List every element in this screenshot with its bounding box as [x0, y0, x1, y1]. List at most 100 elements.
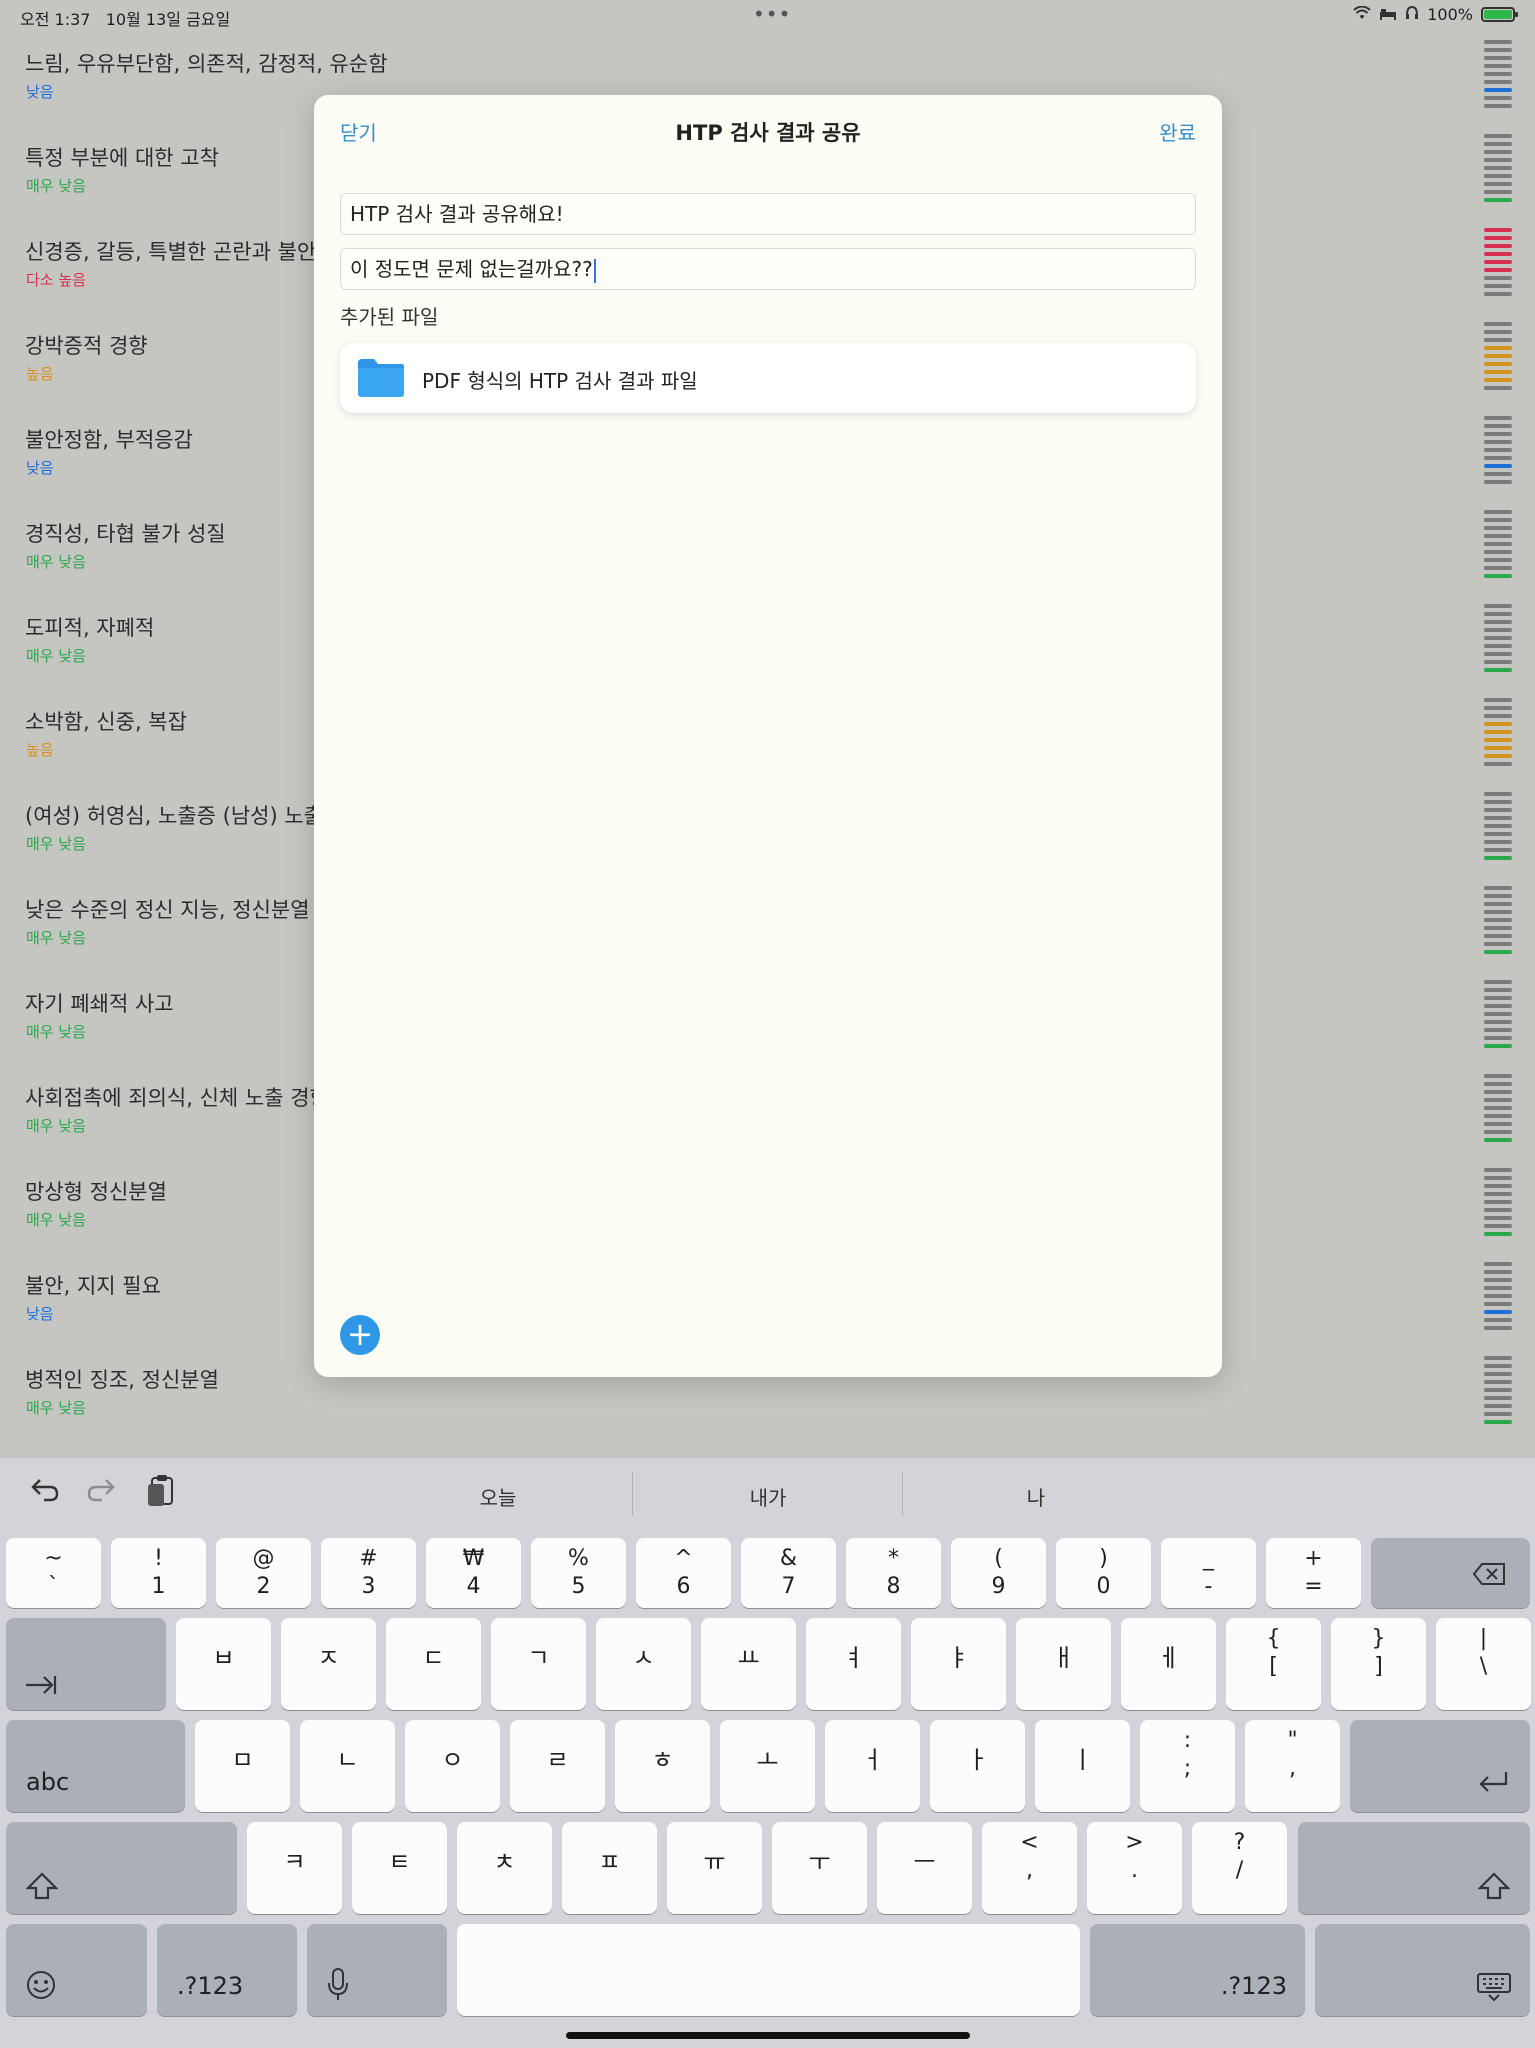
letter-key[interactable]: ㅇ	[405, 1720, 500, 1812]
letter-key[interactable]: ㅛ	[701, 1618, 796, 1710]
numbers-key-right[interactable]: .?123	[1090, 1924, 1305, 2016]
number-key[interactable]: @2	[216, 1538, 311, 1608]
letter-key[interactable]: ㄴ	[300, 1720, 395, 1812]
tab-key[interactable]	[6, 1618, 166, 1710]
key-label: ㅁ	[231, 1746, 254, 1774]
list-item[interactable]: 신경증, 갈등, 특별한 곤란과 불안 다소 높음	[0, 228, 330, 322]
letter-key[interactable]: ㅔ	[1121, 1618, 1216, 1710]
letter-key[interactable]: ㅠ	[667, 1822, 762, 1914]
number-key[interactable]: ) 0	[1056, 1538, 1151, 1608]
number-key[interactable]: ^ 6	[636, 1538, 731, 1608]
attached-file-card[interactable]: PDF 형식의 HTP 검사 결과 파일	[340, 343, 1196, 413]
symbol-key[interactable]: <,	[982, 1822, 1077, 1914]
letter-key[interactable]: ㅏ	[930, 1720, 1025, 1812]
letter-key[interactable]: ㄹ	[510, 1720, 605, 1812]
space-key[interactable]	[457, 1924, 1080, 2016]
letter-key[interactable]: ㅡ	[877, 1822, 972, 1914]
delete-key[interactable]	[1371, 1538, 1530, 1608]
list-item[interactable]: 병적인 징조, 정신분열 매우 낮음	[0, 1356, 330, 1450]
left-shift-key[interactable]	[6, 1822, 237, 1914]
return-key[interactable]	[1350, 1720, 1530, 1812]
list-item[interactable]: 불안, 지지 필요 낮음	[0, 1262, 330, 1356]
letter-key[interactable]: ㅂ	[176, 1618, 271, 1710]
symbol-key[interactable]: :;	[1140, 1720, 1235, 1812]
symbol-key[interactable]: ",	[1245, 1720, 1340, 1812]
letter-key[interactable]: ㅎ	[615, 1720, 710, 1812]
list-item[interactable]: 낮은 수준의 정신 지능, 정신분열 매우 낮음	[0, 886, 330, 980]
number-key[interactable]: ! 1	[111, 1538, 206, 1608]
letter-key[interactable]: ㅑ	[911, 1618, 1006, 1710]
home-indicator[interactable]	[566, 2032, 970, 2039]
suggestion-divider	[632, 1472, 633, 1516]
level-bar	[1484, 338, 1512, 342]
redo-icon[interactable]	[86, 1476, 116, 1509]
letter-key[interactable]: ㄱ	[491, 1618, 586, 1710]
list-item[interactable]: 도피적, 자폐적 매우 낮음	[0, 604, 330, 698]
key-lower-label: [	[1269, 1654, 1278, 1679]
number-key[interactable]: * 8	[846, 1538, 941, 1608]
key-upper-label: _	[1203, 1546, 1214, 1571]
body-field[interactable]: 이 정도면 문제 없는걸까요??	[340, 248, 1196, 290]
suggestion-1[interactable]: 오늘	[368, 1482, 628, 1511]
symbol-key[interactable]: }]	[1331, 1618, 1426, 1710]
suggestion-2[interactable]: 내가	[638, 1482, 898, 1511]
hide-keyboard-key[interactable]	[1315, 1924, 1530, 2016]
list-item[interactable]: (여성) 허영심, 노출증 (남성) 노출 매우 낮음	[0, 792, 330, 886]
symbol-key[interactable]: ? /	[1192, 1822, 1287, 1914]
list-item[interactable]: 사회접촉에 죄의식, 신체 노출 경향 매우 낮음	[0, 1074, 330, 1168]
symbol-key[interactable]: | \	[1436, 1618, 1531, 1710]
numbers-key-left[interactable]: .?123	[157, 1924, 297, 2016]
list-item[interactable]: 불안정함, 부적응감 낮음	[0, 416, 330, 510]
symbol-key[interactable]: >.	[1087, 1822, 1182, 1914]
letter-key[interactable]: ㅋ	[247, 1822, 342, 1914]
undo-icon[interactable]	[30, 1476, 60, 1509]
list-item-level: 낮음	[26, 459, 54, 477]
multitasking-dots-icon[interactable]: •••	[753, 2, 791, 26]
dictation-key[interactable]	[307, 1924, 447, 2016]
level-bar	[1484, 1232, 1512, 1236]
letter-key[interactable]: ㅗ	[720, 1720, 815, 1812]
list-item[interactable]: 강박증적 경향 높음	[0, 322, 330, 416]
list-item[interactable]: 느림, 우유부단함, 의존적, 감정적, 유순함 낮음	[0, 40, 388, 134]
list-item[interactable]: 자기 폐쇄적 사고 매우 낮음	[0, 980, 330, 1074]
number-key[interactable]: ₩4	[426, 1538, 521, 1608]
list-item[interactable]: 망상형 정신분열 매우 낮음	[0, 1168, 330, 1262]
done-button[interactable]: 완료	[1159, 117, 1196, 146]
letter-key[interactable]: ㅅ	[596, 1618, 691, 1710]
letter-key[interactable]: ㅜ	[772, 1822, 867, 1914]
level-bar	[1484, 182, 1512, 186]
letter-key[interactable]: ㅣ	[1035, 1720, 1130, 1812]
letter-key[interactable]: ㅕ	[806, 1618, 901, 1710]
letter-key[interactable]: ㄷ	[386, 1618, 481, 1710]
letter-key[interactable]: ㅈ	[281, 1618, 376, 1710]
letter-key[interactable]: ㅁ	[195, 1720, 290, 1812]
list-item[interactable]: 특정 부분에 대한 고착 매우 낮음	[0, 134, 330, 228]
paste-icon[interactable]	[146, 1474, 176, 1515]
list-item[interactable]: 경직성, 타협 불가 성질 매우 낮음	[0, 510, 330, 604]
key-upper-label: ₩	[462, 1546, 485, 1571]
level-bar	[1484, 942, 1512, 946]
emoji-key[interactable]	[6, 1924, 147, 2016]
letter-key[interactable]: ㅐ	[1016, 1618, 1111, 1710]
number-key[interactable]: % 5	[531, 1538, 626, 1608]
list-item[interactable]: 소박함, 신중, 복잡 높음	[0, 698, 330, 792]
list-item-title: 불안, 지지 필요	[25, 1274, 161, 1298]
symbol-key[interactable]: {[	[1226, 1618, 1321, 1710]
number-key[interactable]: (9	[951, 1538, 1046, 1608]
letter-key[interactable]: ㅌ	[352, 1822, 447, 1914]
number-key[interactable]: ~ `	[6, 1538, 101, 1608]
right-shift-key[interactable]	[1298, 1822, 1530, 1914]
number-key[interactable]: & 7	[741, 1538, 836, 1608]
number-key[interactable]: _ -	[1161, 1538, 1256, 1608]
number-key[interactable]: + =	[1266, 1538, 1361, 1608]
level-bar	[1484, 542, 1512, 546]
letter-key[interactable]: ㅍ	[562, 1822, 657, 1914]
suggestion-3[interactable]: 나	[906, 1482, 1166, 1511]
letter-key[interactable]: ㅊ	[457, 1822, 552, 1914]
list-item-level: 낮음	[26, 83, 54, 101]
number-key[interactable]: #3	[321, 1538, 416, 1608]
letter-key[interactable]: ㅓ	[825, 1720, 920, 1812]
add-file-button[interactable]: +	[340, 1315, 380, 1355]
abc-key[interactable]: abc	[6, 1720, 185, 1812]
title-field[interactable]: HTP 검사 결과 공유해요!	[340, 193, 1196, 235]
